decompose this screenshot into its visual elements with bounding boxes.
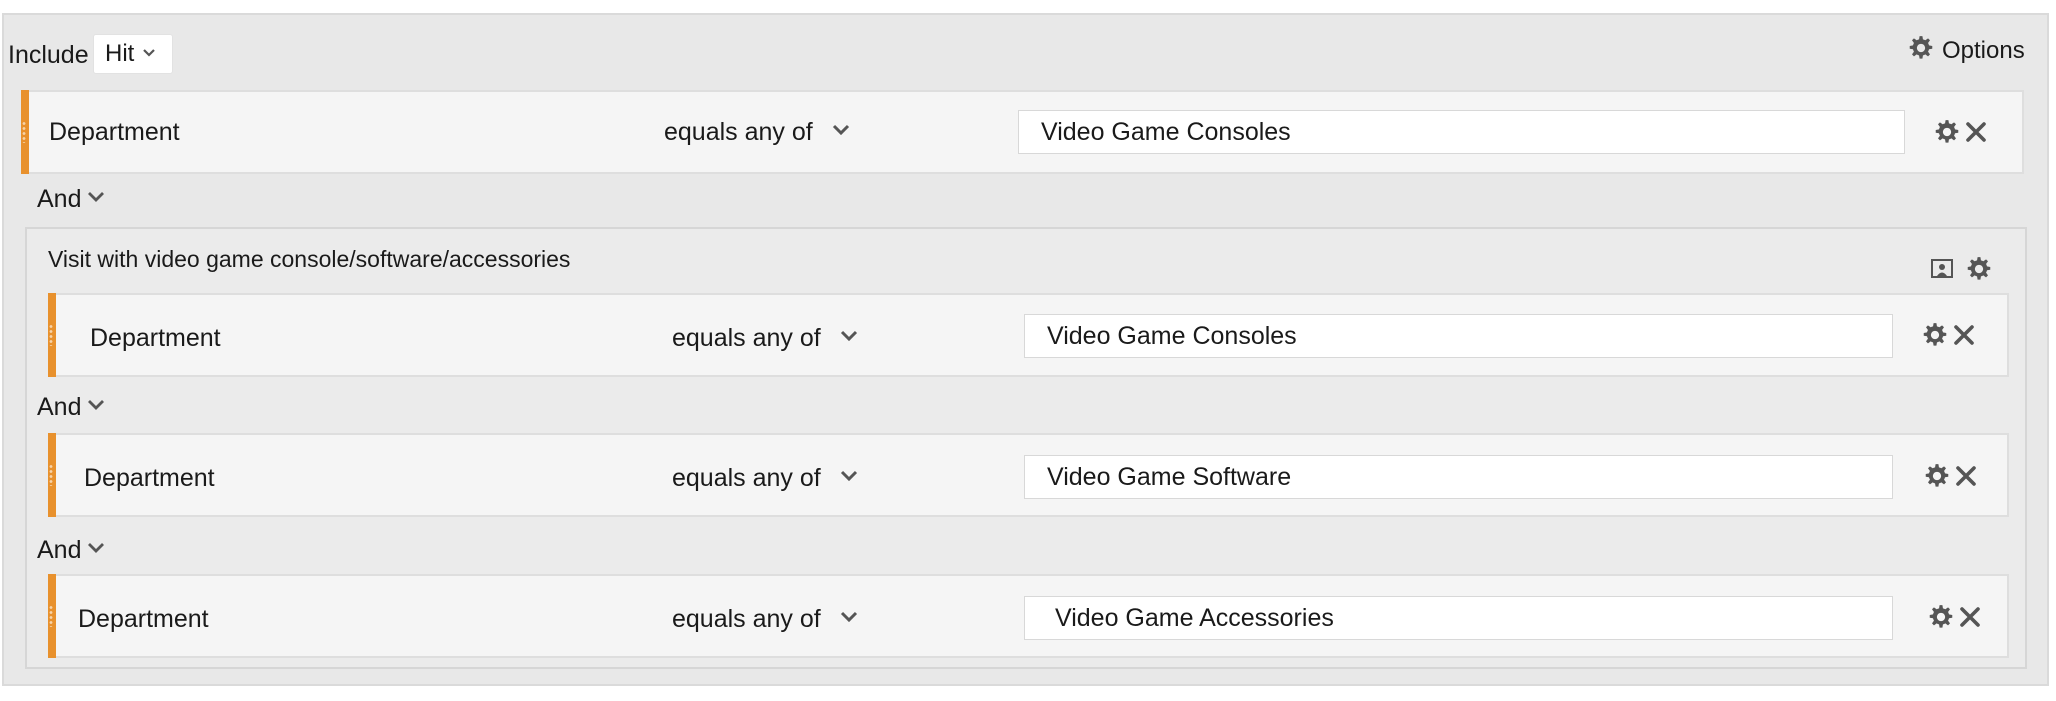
close-icon[interactable] (1954, 464, 1978, 488)
rule-actions (1922, 322, 1976, 348)
operator-dropdown[interactable]: equals any of (672, 323, 859, 353)
rule-value-input[interactable]: Video Game Consoles (1024, 314, 1893, 358)
gear-icon[interactable] (1966, 256, 1992, 282)
chevron-down-icon (87, 398, 105, 416)
operator-dropdown[interactable]: equals any of (672, 463, 859, 493)
conjunction-dropdown[interactable]: And (37, 392, 105, 422)
gear-icon[interactable] (1922, 322, 1948, 348)
rule-field: Department (49, 118, 180, 146)
container-tools (1930, 256, 1992, 282)
rule-actions (1934, 119, 1988, 145)
operator-label: equals any of (672, 605, 821, 633)
include-scope-dropdown[interactable]: Hit (93, 34, 173, 74)
gear-icon[interactable] (1928, 604, 1954, 630)
include-scope-value: Hit (105, 40, 135, 67)
drag-handle[interactable] (48, 293, 56, 377)
chevron-down-icon (87, 190, 105, 208)
gear-icon[interactable] (1924, 463, 1950, 489)
rule-value-input[interactable]: Video Game Consoles (1018, 110, 1905, 154)
close-icon[interactable] (1952, 323, 1976, 347)
close-icon[interactable] (1958, 605, 1982, 629)
chevron-down-icon (87, 541, 105, 559)
operator-dropdown[interactable]: equals any of (664, 117, 851, 147)
operator-dropdown[interactable]: equals any of (672, 604, 859, 634)
chevron-down-icon (839, 469, 859, 488)
gear-icon (1908, 35, 1934, 66)
operator-label: equals any of (664, 118, 813, 146)
conjunction-dropdown[interactable]: And (37, 184, 105, 214)
drag-handle[interactable] (21, 90, 29, 174)
drag-handle[interactable] (48, 433, 56, 517)
chevron-down-icon (831, 123, 851, 142)
rule-actions (1924, 463, 1978, 489)
rule-value-input[interactable]: Video Game Accessories (1024, 596, 1893, 640)
operator-label: equals any of (672, 464, 821, 492)
include-label: Include (8, 41, 89, 69)
rule-field: Department (90, 324, 221, 352)
rule-field: Department (84, 464, 215, 492)
container-icon[interactable] (1930, 257, 1954, 281)
chevron-down-icon (839, 610, 859, 629)
rule-actions (1928, 604, 1982, 630)
conjunction-label: And (37, 393, 82, 421)
operator-label: equals any of (672, 324, 821, 352)
conjunction-label: And (37, 185, 82, 213)
chevron-down-icon (839, 329, 859, 348)
rule-field: Department (78, 605, 209, 633)
gear-icon[interactable] (1934, 119, 1960, 145)
drag-handle[interactable] (48, 574, 56, 658)
chevron-down-icon (142, 45, 156, 63)
rule-value-input[interactable]: Video Game Software (1024, 455, 1893, 499)
options-button[interactable]: Options (1908, 35, 2025, 66)
conjunction-dropdown[interactable]: And (37, 535, 105, 565)
close-icon[interactable] (1964, 120, 1988, 144)
conjunction-label: And (37, 536, 82, 564)
container-title: Visit with video game console/software/a… (48, 246, 571, 272)
options-label: Options (1942, 36, 2025, 64)
